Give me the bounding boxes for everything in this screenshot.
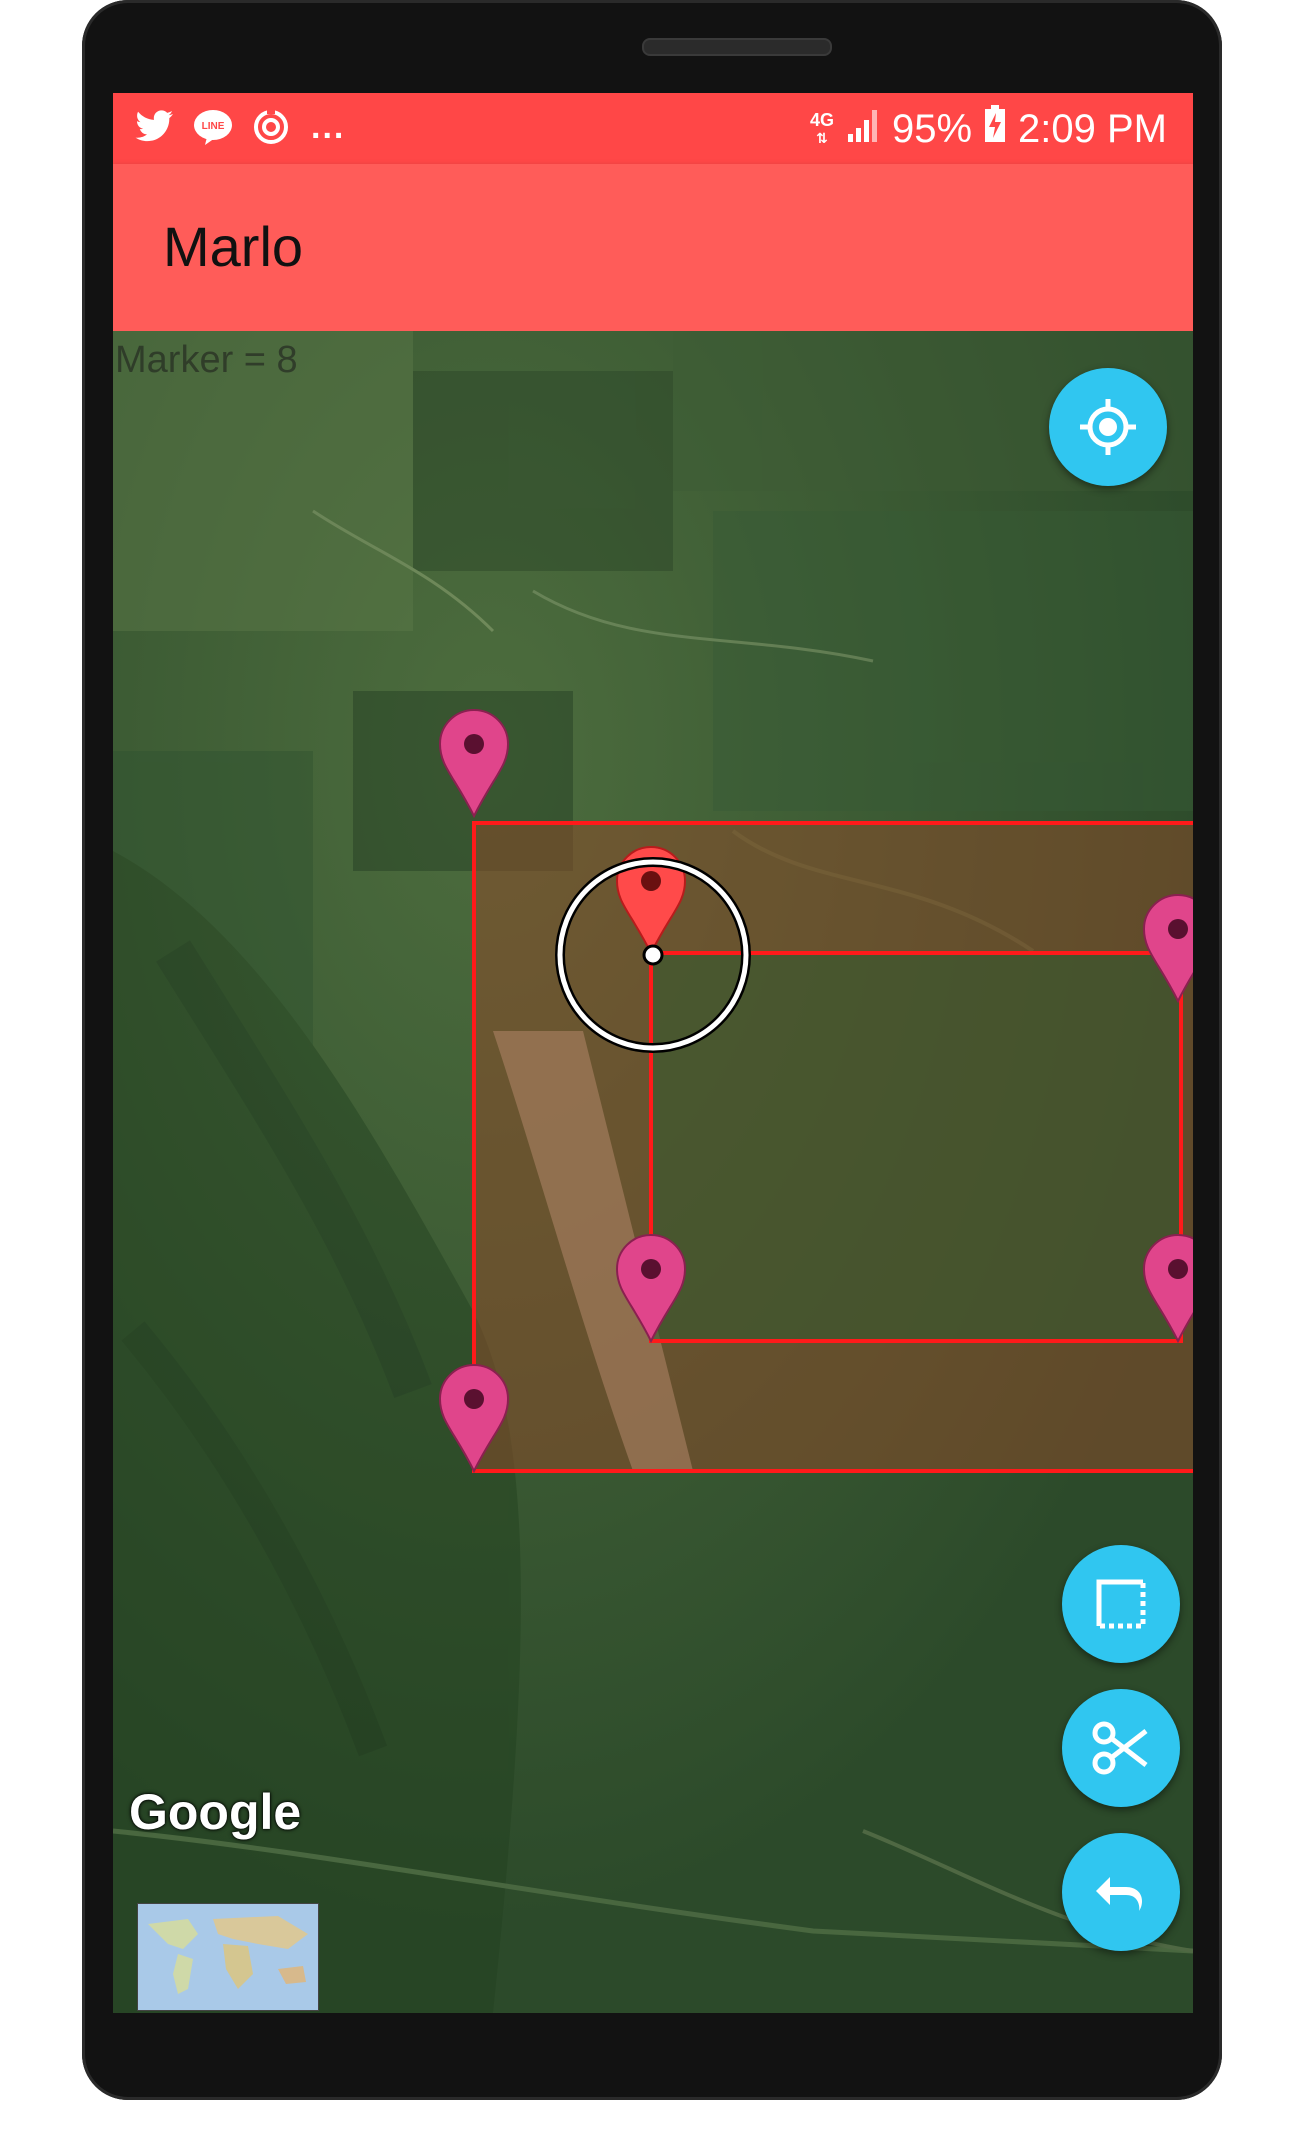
marker-count-label: Marker = 8 [115, 339, 298, 381]
my-location-button[interactable] [1049, 368, 1167, 486]
select-area-button[interactable] [1062, 1545, 1180, 1663]
battery-percent: 95% [891, 106, 973, 151]
map-view[interactable]: Marker = 8 [113, 331, 1193, 2013]
line-icon: LINE [191, 105, 235, 149]
my-location-icon [1080, 399, 1136, 455]
battery-charging-icon [984, 105, 1006, 153]
cut-button[interactable] [1062, 1689, 1180, 1807]
satellite-map[interactable] [113, 331, 1193, 2013]
clock: 2:09 PM [1018, 106, 1167, 151]
phone-speaker [642, 38, 832, 56]
google-attribution: Google [129, 1784, 302, 1840]
svg-text:LINE: LINE [202, 121, 225, 132]
more-notifications: ... [311, 108, 346, 146]
app-title: Marlo [163, 215, 304, 278]
app-bar: Marlo [113, 164, 1193, 331]
select-area-icon [1096, 1579, 1146, 1629]
network-4g-icon: 4G ⇅ [809, 110, 834, 146]
world-minimap [137, 1903, 319, 2011]
sync-icon [249, 105, 293, 149]
twitter-icon [133, 105, 177, 149]
status-bar: LINE ... 4G ⇅ 95% 2:09 PM [113, 93, 1193, 164]
scissors-icon [1092, 1721, 1148, 1775]
signal-icon [846, 107, 880, 152]
undo-icon [1096, 1877, 1142, 1911]
undo-button[interactable] [1062, 1833, 1180, 1951]
app-screen: LINE ... 4G ⇅ 95% 2:09 PM Marlo Marker =… [113, 93, 1193, 2013]
